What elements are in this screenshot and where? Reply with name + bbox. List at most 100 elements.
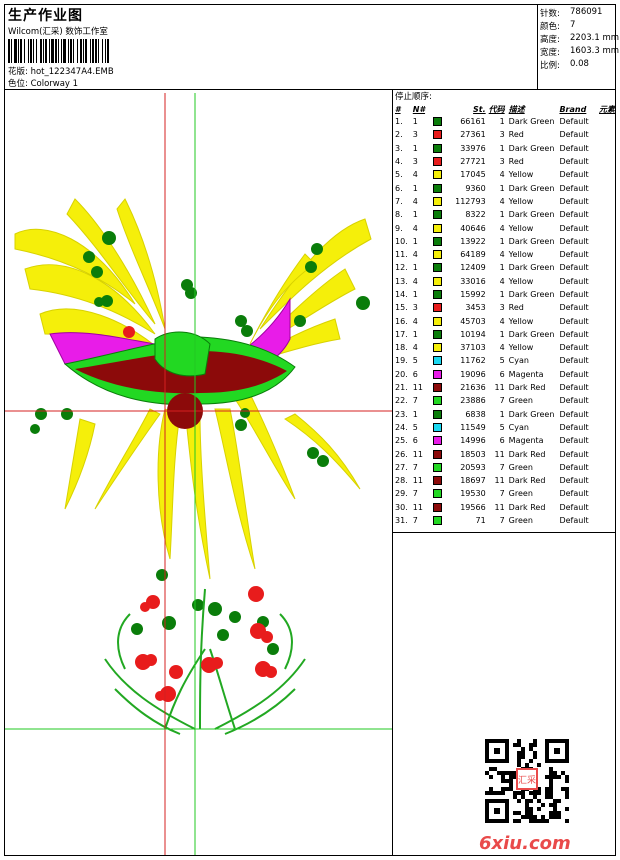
row-needle: 7 — [412, 489, 418, 499]
row-brand: Default — [559, 223, 589, 233]
qr-module — [537, 819, 541, 823]
qr-module — [529, 815, 533, 819]
row-description: Dark Red — [508, 383, 546, 393]
row-stitches: 19566 — [460, 502, 486, 512]
row-code: 4 — [499, 170, 505, 180]
table-row: 25. 6 14996 6 Magenta Default — [393, 434, 615, 447]
qr-module — [501, 791, 505, 795]
row-description: Dark Green — [508, 236, 555, 246]
row-needle: 11 — [412, 383, 423, 393]
qr-module — [541, 815, 545, 819]
row-needle: 1 — [412, 143, 418, 153]
qr-module — [553, 807, 557, 811]
row-code: 7 — [499, 462, 505, 472]
stat-colors: 颜色: 7 — [540, 20, 576, 32]
row-swatch — [432, 115, 449, 128]
qr-module — [533, 795, 537, 799]
header-left: 生产作业图 Wilcom(汇采) 数饰工作室 花版: hot_122347A4.… — [5, 5, 538, 89]
row-index: 1. — [395, 117, 403, 127]
color-swatch — [432, 157, 442, 167]
row-code: 4 — [499, 276, 505, 286]
row-index: 8. — [395, 210, 403, 220]
color-swatch — [432, 369, 442, 379]
row-swatch — [432, 195, 449, 208]
row-needle: 1 — [412, 117, 418, 127]
qr-module — [525, 811, 529, 815]
row-description: Dark Red — [508, 449, 546, 459]
table-row: 17. 1 10194 1 Dark Green Default — [393, 328, 615, 341]
color-swatch — [432, 130, 442, 140]
row-index: 10. — [395, 236, 408, 246]
qr-module — [509, 783, 513, 787]
qr-module — [545, 795, 549, 799]
row-needle: 11 — [412, 449, 423, 459]
table-row: 28. 11 18697 11 Dark Red Default — [393, 474, 615, 487]
row-swatch — [432, 501, 449, 514]
row-brand: Default — [559, 422, 589, 432]
qr-module — [489, 767, 493, 771]
row-swatch — [432, 381, 449, 394]
row-description: Dark Green — [508, 290, 555, 299]
row-stitches: 17045 — [460, 170, 486, 180]
row-description: Dark Green — [508, 263, 555, 273]
row-stitches: 23886 — [460, 396, 486, 406]
row-needle: 1 — [412, 290, 418, 299]
qr-module — [529, 747, 533, 751]
row-stitches: 33976 — [460, 143, 486, 153]
qr-module — [517, 743, 521, 747]
color-swatch — [432, 183, 442, 193]
table-row: 18. 4 37103 4 Yellow Default — [393, 341, 615, 354]
qr-module — [513, 791, 517, 795]
qr-module — [545, 791, 549, 795]
table-divider — [393, 532, 615, 533]
qr-module — [565, 779, 569, 783]
qr-module — [549, 783, 553, 787]
col-code: 代码 — [488, 104, 505, 114]
row-swatch — [432, 155, 449, 168]
row-index: 9. — [395, 223, 403, 233]
row-code: 11 — [494, 502, 505, 512]
table-row: 3. 1 33976 1 Dark Green Default — [393, 142, 615, 155]
row-stitches: 11762 — [460, 356, 486, 366]
qr-module — [497, 771, 501, 775]
qr-module — [501, 779, 505, 783]
qr-module — [525, 799, 529, 803]
row-swatch — [432, 181, 449, 194]
qr-module — [517, 799, 521, 803]
qr-module — [521, 755, 525, 759]
row-needle: 3 — [412, 157, 418, 167]
row-needle: 5 — [412, 356, 418, 366]
table-row: 11. 4 64189 4 Yellow Default — [393, 248, 615, 261]
row-needle: 4 — [412, 250, 418, 260]
qr-module — [529, 819, 533, 823]
row-swatch — [432, 328, 449, 341]
table-row: 21. 11 21636 11 Dark Red Default — [393, 381, 615, 394]
row-swatch — [432, 394, 449, 407]
row-description: Yellow — [508, 250, 534, 260]
qr-module — [565, 819, 569, 823]
stop-sequence-title: 停止顺序: — [395, 92, 432, 102]
qr-module — [565, 791, 569, 795]
row-description: Green — [508, 516, 533, 526]
color-swatch — [432, 462, 442, 472]
color-swatch — [432, 422, 442, 432]
qr-module — [521, 791, 525, 795]
row-brand: Default — [559, 290, 589, 299]
row-swatch — [432, 142, 449, 155]
design-value: hot_122347A4.EMB — [30, 67, 114, 77]
row-code: 3 — [499, 303, 505, 313]
stat-scale: 比例: 0.08 — [540, 59, 589, 71]
color-swatch — [432, 383, 442, 393]
qr-module — [549, 787, 553, 791]
row-index: 17. — [395, 329, 408, 339]
row-index: 4. — [395, 157, 403, 167]
row-index: 6. — [395, 183, 403, 193]
row-needle: 7 — [412, 462, 418, 472]
row-needle: 4 — [412, 343, 418, 353]
row-swatch — [432, 288, 449, 301]
col-stitches: St. — [473, 104, 486, 114]
color-swatch — [432, 250, 442, 260]
table-row: 10. 1 13922 1 Dark Green Default — [393, 235, 615, 248]
table-row: 2. 3 27361 3 Red Default — [393, 128, 615, 141]
row-brand: Default — [559, 117, 589, 127]
